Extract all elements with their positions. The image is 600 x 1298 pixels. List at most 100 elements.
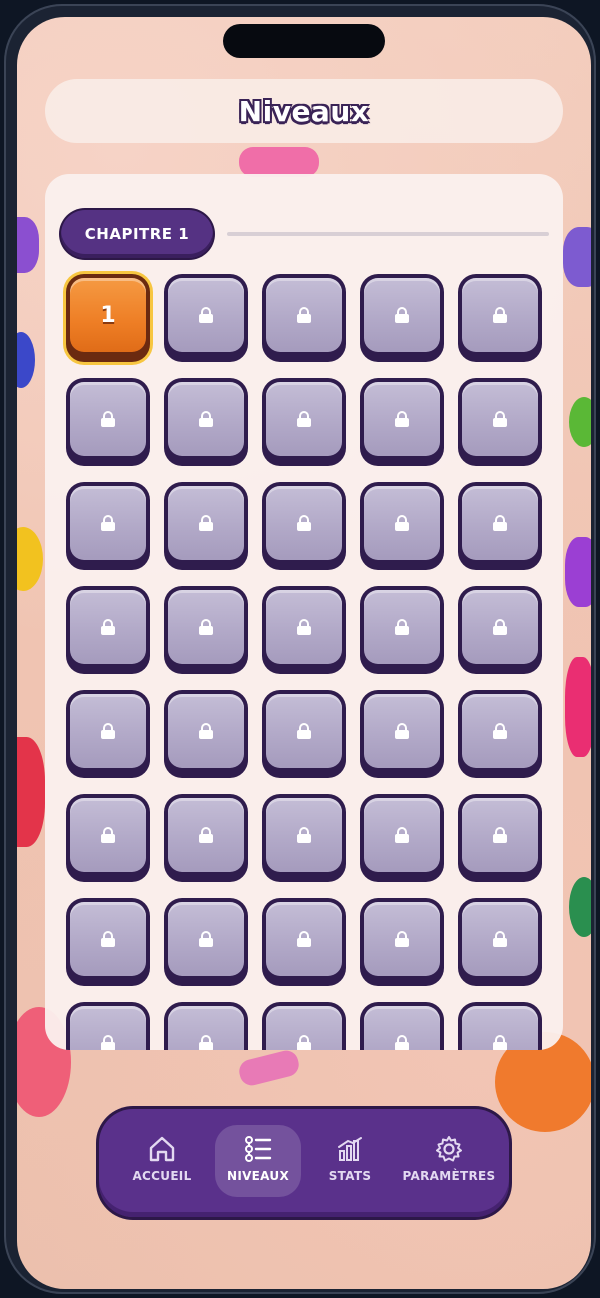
lock-icon xyxy=(101,1035,115,1050)
level-button-locked[interactable] xyxy=(164,898,248,986)
level-face xyxy=(462,590,538,664)
lock-icon xyxy=(395,411,409,427)
level-button-locked[interactable] xyxy=(458,378,542,466)
lock-icon xyxy=(199,931,213,947)
level-button-locked[interactable] xyxy=(458,482,542,570)
level-button-locked[interactable] xyxy=(360,482,444,570)
level-button-locked[interactable] xyxy=(164,274,248,362)
level-button-locked[interactable] xyxy=(66,482,150,570)
lock-icon xyxy=(199,307,213,323)
level-button-locked[interactable] xyxy=(164,690,248,778)
level-button-locked[interactable] xyxy=(262,378,346,466)
level-button-locked[interactable] xyxy=(262,690,346,778)
level-face xyxy=(70,902,146,976)
lock-icon xyxy=(199,1035,213,1050)
level-button-locked[interactable] xyxy=(66,794,150,882)
level-button-locked[interactable] xyxy=(458,690,542,778)
level-face xyxy=(266,486,342,560)
level-button-unlocked[interactable]: 1 xyxy=(66,274,150,362)
level-face xyxy=(168,590,244,664)
chapter-divider xyxy=(227,232,549,236)
level-face xyxy=(462,278,538,352)
lock-icon xyxy=(493,307,507,323)
level-button-locked[interactable] xyxy=(262,898,346,986)
level-button-locked[interactable] xyxy=(360,898,444,986)
lock-icon xyxy=(493,723,507,739)
lock-icon xyxy=(395,931,409,947)
level-face xyxy=(266,1006,342,1050)
level-face xyxy=(462,798,538,872)
level-button-locked[interactable] xyxy=(360,1002,444,1050)
level-face xyxy=(462,1006,538,1050)
level-button-locked[interactable] xyxy=(458,1002,542,1050)
level-button-locked[interactable] xyxy=(262,482,346,570)
nav-label: ACCUEIL xyxy=(132,1169,192,1183)
lock-icon xyxy=(101,619,115,635)
level-button-locked[interactable] xyxy=(164,378,248,466)
level-button-locked[interactable] xyxy=(360,794,444,882)
level-button-locked[interactable] xyxy=(458,586,542,674)
lock-icon xyxy=(297,307,311,323)
lock-icon xyxy=(395,515,409,531)
level-button-locked[interactable] xyxy=(360,274,444,362)
level-face xyxy=(266,798,342,872)
lock-icon xyxy=(395,1035,409,1050)
lock-icon xyxy=(199,827,213,843)
level-button-locked[interactable] xyxy=(360,378,444,466)
level-face xyxy=(364,1006,440,1050)
level-face xyxy=(266,278,342,352)
lock-icon xyxy=(101,931,115,947)
level-face xyxy=(168,902,244,976)
lock-icon xyxy=(297,411,311,427)
levels-panel[interactable]: CHAPITRE 1 1 xyxy=(45,174,563,1050)
lock-icon xyxy=(493,411,507,427)
level-button-locked[interactable] xyxy=(66,586,150,674)
level-button-locked[interactable] xyxy=(360,690,444,778)
level-button-locked[interactable] xyxy=(164,1002,248,1050)
level-face xyxy=(462,486,538,560)
candy-decoration xyxy=(565,537,591,607)
level-button-locked[interactable] xyxy=(262,586,346,674)
nav-item-parametres[interactable]: PARAMÈTRES xyxy=(399,1125,499,1197)
level-button-locked[interactable] xyxy=(262,274,346,362)
level-button-locked[interactable] xyxy=(458,898,542,986)
level-face xyxy=(70,486,146,560)
lock-icon xyxy=(101,411,115,427)
lock-icon xyxy=(395,827,409,843)
level-face xyxy=(462,902,538,976)
candy-decoration xyxy=(569,397,591,447)
lock-icon xyxy=(101,515,115,531)
candy-decoration xyxy=(17,527,43,591)
candy-decoration xyxy=(17,217,39,273)
nav-item-stats[interactable]: STATS xyxy=(307,1125,393,1197)
lock-icon xyxy=(199,411,213,427)
candy-decoration xyxy=(17,332,35,388)
level-face xyxy=(266,694,342,768)
level-number: 1 xyxy=(100,302,116,328)
candy-decoration xyxy=(17,737,45,847)
candy-decoration xyxy=(569,877,591,937)
level-button-locked[interactable] xyxy=(164,482,248,570)
nav-item-niveaux[interactable]: NIVEAUX xyxy=(215,1125,301,1197)
level-button-locked[interactable] xyxy=(66,690,150,778)
home-icon xyxy=(149,1136,175,1162)
bottom-nav: ACCUEIL NIVEAUX STATS PARAMÈTRES xyxy=(99,1109,509,1217)
level-button-locked[interactable] xyxy=(66,1002,150,1050)
level-face xyxy=(462,382,538,456)
nav-label: NIVEAUX xyxy=(226,1169,289,1183)
level-button-locked[interactable] xyxy=(458,274,542,362)
level-button-locked[interactable] xyxy=(458,794,542,882)
lock-icon xyxy=(199,515,213,531)
level-button-locked[interactable] xyxy=(360,586,444,674)
level-face xyxy=(364,590,440,664)
level-button-locked[interactable] xyxy=(164,586,248,674)
level-button-locked[interactable] xyxy=(262,1002,346,1050)
level-button-locked[interactable] xyxy=(164,794,248,882)
level-button-locked[interactable] xyxy=(66,378,150,466)
level-button-locked[interactable] xyxy=(66,898,150,986)
level-face xyxy=(364,798,440,872)
nav-item-accueil[interactable]: ACCUEIL xyxy=(119,1125,205,1197)
level-button-locked[interactable] xyxy=(262,794,346,882)
lock-icon xyxy=(395,619,409,635)
lock-icon xyxy=(493,931,507,947)
